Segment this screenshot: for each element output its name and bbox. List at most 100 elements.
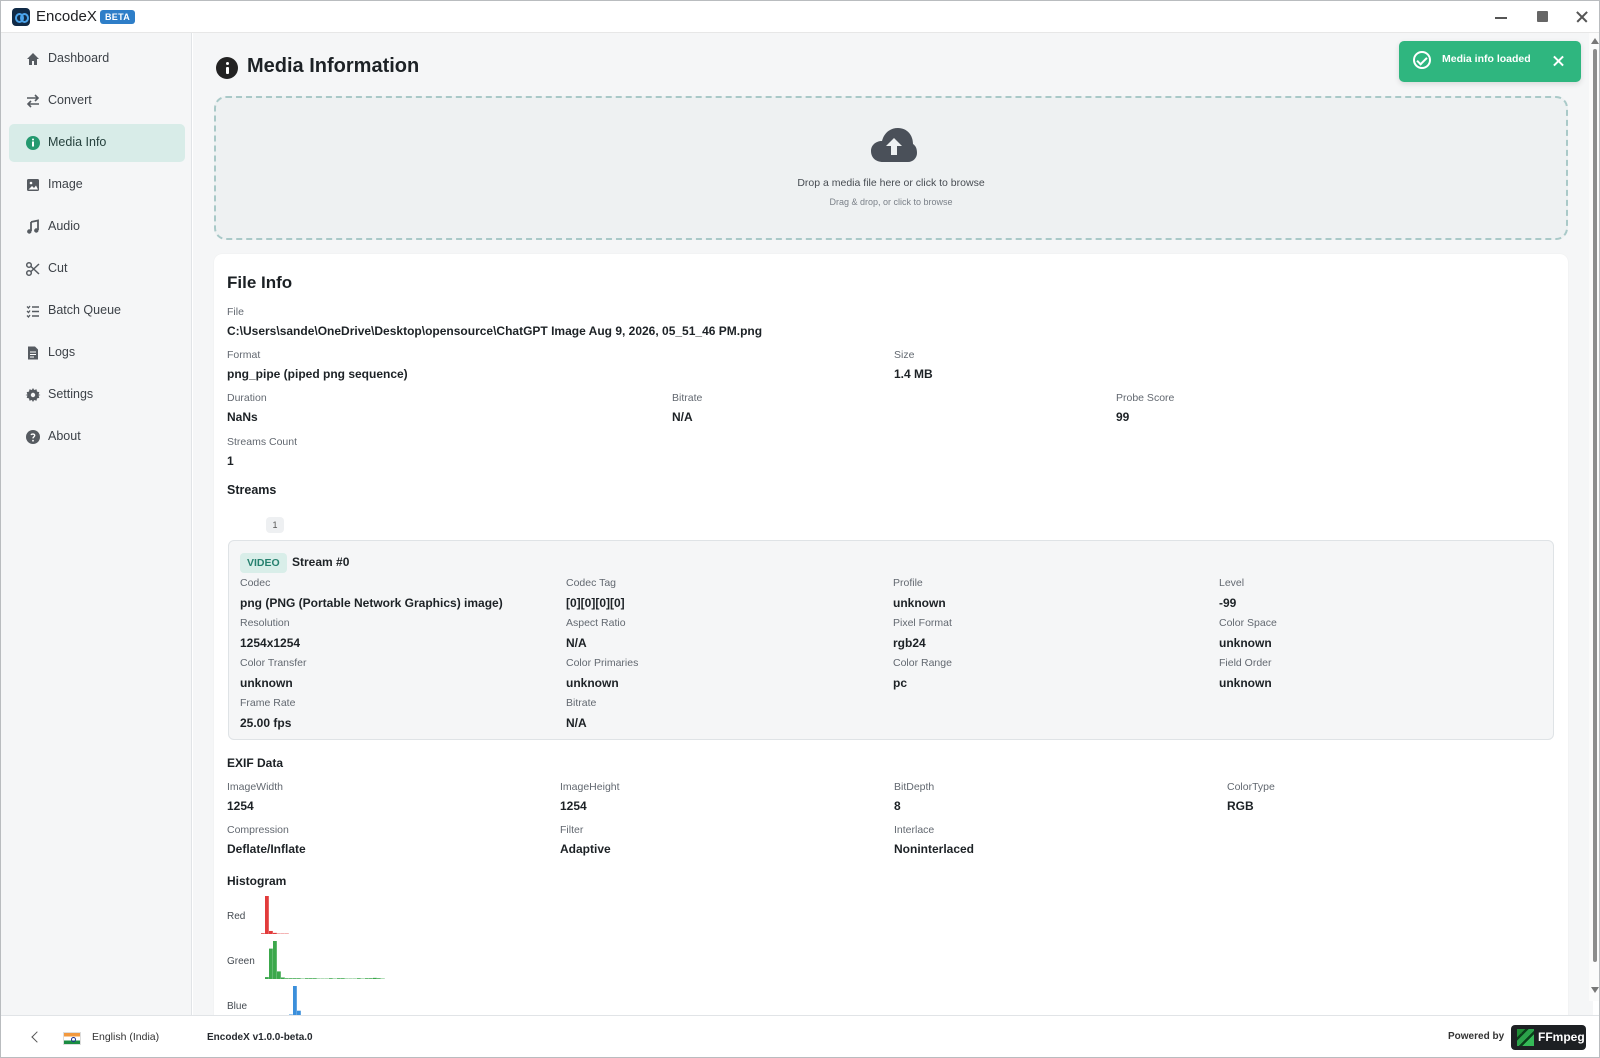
profile-value: unknown (893, 596, 946, 610)
sidebar-item-label: Batch Queue (48, 303, 121, 317)
maximize-icon[interactable] (1522, 1, 1562, 33)
powered-by-label: Powered by (1448, 1031, 1505, 1042)
sidebar-item-label: Audio (48, 219, 80, 233)
color-primaries-label: Color Primaries (566, 657, 639, 669)
exif-interlace-label: Interlace (894, 824, 935, 836)
india-flag-icon (63, 1032, 81, 1045)
ffmpeg-label: FFmpeg (1538, 1030, 1585, 1044)
sidebar-item-label: About (48, 429, 81, 443)
streams-title: Streams (227, 483, 277, 497)
sidebar-item-settings[interactable]: Settings (9, 376, 185, 414)
encodex-logo-icon (12, 8, 30, 26)
duration-label: Duration (227, 392, 267, 404)
exif-compression-value: Deflate/Inflate (227, 842, 306, 856)
stream-bitrate-label: Bitrate (566, 697, 597, 709)
histogram-bar-red (265, 896, 269, 934)
info-icon (26, 136, 40, 150)
color-primaries-value: unknown (566, 676, 619, 690)
resolution-value: 1254x1254 (240, 636, 301, 650)
sidebar-item-batch-queue[interactable]: Batch Queue (9, 292, 185, 330)
scissors-icon (25, 261, 40, 277)
color-range-value: pc (893, 676, 908, 690)
exif-compression-label: Compression (227, 824, 289, 836)
sidebar-item-audio[interactable]: Audio (9, 208, 185, 246)
list-icon (26, 305, 39, 318)
document-icon (28, 346, 38, 360)
streams-count-value: 1 (227, 454, 234, 468)
sidebar-item-about[interactable]: About (9, 418, 185, 456)
toast-message: Media info loaded (1442, 53, 1531, 65)
codec-tag-label: Codec Tag (566, 577, 617, 589)
duration-value: NaNs (227, 410, 258, 424)
codec-value: png (PNG (Portable Network Graphics) ima… (240, 596, 503, 610)
pixel-format-value: rgb24 (893, 636, 926, 650)
exif-interlace-value: Noninterlaced (894, 842, 975, 856)
codec-tag-value: [0][0][0][0] (566, 596, 625, 610)
exif-image-width-label: ImageWidth (227, 781, 284, 793)
main-content: Media Information Drop a media file here… (193, 33, 1593, 1015)
title-bar: EncodeX BETA (1, 1, 1599, 33)
histogram-bar-green (277, 971, 281, 979)
sidebar-item-label: Cut (48, 261, 68, 275)
profile-label: Profile (893, 577, 923, 589)
sidebar: Dashboard Convert Media Info Image Audio… (1, 33, 192, 1015)
minimize-icon[interactable] (1481, 1, 1521, 33)
sidebar-item-cut[interactable]: Cut (9, 250, 185, 288)
scrollbar-thumb[interactable] (1593, 49, 1597, 962)
main-scrollbar[interactable] (1589, 33, 1599, 1001)
frame-rate-label: Frame Rate (240, 697, 296, 709)
level-label: Level (1219, 577, 1245, 589)
cloud-upload-icon (871, 128, 917, 162)
sidebar-item-logs[interactable]: Logs (9, 334, 185, 372)
exif-image-width-value: 1254 (227, 799, 254, 813)
format-value: png_pipe (piped png sequence) (227, 367, 408, 381)
color-space-label: Color Space (1219, 617, 1277, 629)
music-icon (27, 219, 39, 234)
media-dropzone[interactable]: Drop a media file here or click to brows… (214, 96, 1568, 240)
exif-title: EXIF Data (227, 756, 284, 770)
exif-color-type-label: ColorType (1227, 781, 1275, 793)
dropzone-subtitle: Drag & drop, or click to browse (829, 197, 953, 207)
scroll-down-icon[interactable] (1591, 987, 1599, 993)
exif-bit-depth-value: 8 (894, 799, 901, 813)
file-info-title: File Info (227, 273, 293, 292)
histogram-bar-green (377, 978, 381, 979)
histogram-bar-green (285, 978, 289, 979)
histogram-red-label: Red (227, 911, 246, 922)
histogram-bar-green (357, 978, 361, 979)
histogram-bar-green (265, 977, 269, 979)
sidebar-item-convert[interactable]: Convert (9, 82, 185, 120)
histogram-bar-green (309, 978, 313, 979)
histogram-chart (261, 896, 385, 1015)
color-transfer-label: Color Transfer (240, 657, 307, 669)
file-info-card: File Info File C:\Users\sande\OneDrive\D… (214, 254, 1568, 1015)
color-space-value: unknown (1219, 636, 1272, 650)
histogram-bar-green (273, 941, 277, 979)
probe-score-value: 99 (1116, 410, 1130, 424)
exif-filter-value: Adaptive (560, 842, 611, 856)
sidebar-item-label: Image (48, 177, 83, 191)
exif-bit-depth-label: BitDepth (894, 781, 935, 793)
histogram-green-label: Green (227, 956, 255, 967)
sidebar-item-image[interactable]: Image (9, 166, 185, 204)
sidebar-item-dashboard[interactable]: Dashboard (9, 40, 185, 78)
file-path: C:\Users\sande\OneDrive\Desktop\opensour… (227, 324, 763, 338)
language-selector[interactable]: English (India) (92, 1031, 159, 1043)
exif-color-type-value: RGB (1227, 799, 1254, 813)
histogram-bar-green (281, 977, 285, 979)
histogram-title: Histogram (227, 874, 287, 888)
stream-bitrate-value: N/A (566, 716, 587, 730)
scroll-up-icon[interactable] (1591, 38, 1599, 44)
swap-icon (26, 94, 40, 108)
pixel-format-label: Pixel Format (893, 617, 952, 629)
toast-close-icon[interactable] (1551, 53, 1567, 69)
color-range-label: Color Range (893, 657, 952, 669)
collapse-sidebar-icon[interactable] (29, 1031, 41, 1043)
sidebar-item-media-info[interactable]: Media Info (9, 124, 185, 162)
histogram-bar-green (341, 978, 345, 979)
histogram-bar-green (269, 948, 273, 979)
help-icon (26, 430, 40, 444)
gear-icon (25, 388, 41, 402)
sidebar-item-label: Media Info (48, 135, 107, 149)
close-icon[interactable] (1562, 1, 1599, 33)
